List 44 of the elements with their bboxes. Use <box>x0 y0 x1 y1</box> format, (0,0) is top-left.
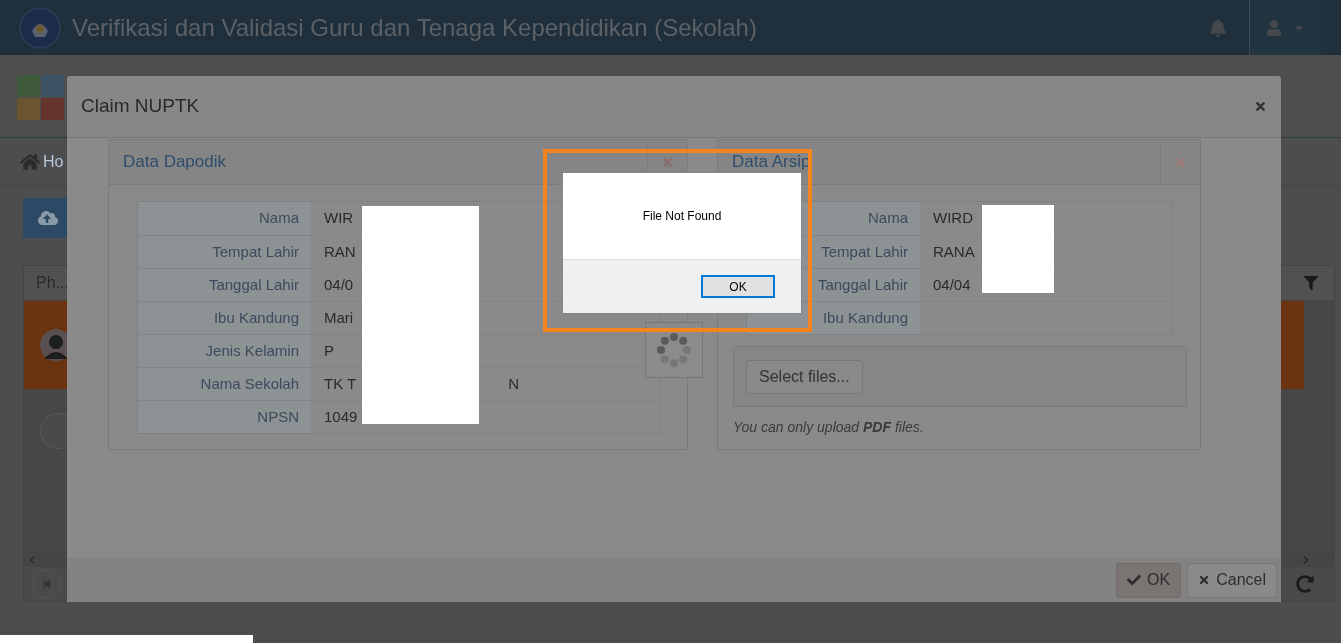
close-icon <box>1198 574 1211 586</box>
close-icon[interactable] <box>1254 100 1267 113</box>
spinner-icon <box>656 332 692 368</box>
scroll-left-icon[interactable] <box>28 555 36 564</box>
cancel-button[interactable]: Cancel <box>1187 562 1277 598</box>
field-label: Nama <box>138 202 311 235</box>
field-value: Mari <box>324 307 354 328</box>
dialog-title: Claim NUPTK <box>81 94 201 119</box>
field-label: Tanggal Lahir <box>138 269 311 301</box>
field-value: RANA <box>933 241 975 262</box>
field-label: Nama Sekolah <box>138 368 311 400</box>
field-value: WIR <box>324 208 354 229</box>
field-value: 04/0 <box>324 274 354 295</box>
check-icon <box>1127 573 1142 587</box>
field-label: Jenis Kelamin <box>138 335 311 367</box>
cloud-upload-icon <box>38 209 58 227</box>
upload-dropzone[interactable]: Select files... <box>733 346 1187 407</box>
ok-button[interactable]: OK <box>1116 562 1182 598</box>
refresh-icon[interactable] <box>1296 575 1314 593</box>
bell-icon[interactable] <box>1209 18 1227 37</box>
field-value: N <box>508 373 520 394</box>
upload-hint: You can only upload PDF files. <box>733 418 925 437</box>
alert-message: File Not Found <box>642 208 722 225</box>
field-value: 04/04 <box>933 274 971 295</box>
emblem-icon <box>19 6 61 49</box>
select-files-button[interactable]: Select files... <box>746 359 863 394</box>
panel-title: Data Dapodik <box>122 151 227 174</box>
user-icon <box>1266 19 1281 36</box>
field-value: P <box>324 340 334 361</box>
field-label: NPSN <box>138 401 311 433</box>
field-value: 1049 <box>324 406 358 427</box>
scroll-right-icon[interactable] <box>1302 555 1310 564</box>
field-value: TK T <box>324 373 357 394</box>
app-title: Verifikasi dan Validasi Guru dan Tenaga Kependidikan (Sekolah) <box>72 12 758 43</box>
app-grid-logo[interactable] <box>17 75 64 120</box>
filter-icon[interactable] <box>1304 276 1318 290</box>
home-icon[interactable] <box>20 152 40 171</box>
field-label: Ibu Kandung <box>138 302 311 334</box>
breadcrumb-link[interactable]: Ho <box>43 149 64 174</box>
alert-ok-button[interactable]: OK <box>701 275 775 298</box>
field-value: WIRD <box>933 208 973 229</box>
field-value: RAN <box>324 241 356 262</box>
field-label: Tempat Lahir <box>138 236 311 268</box>
user-menu-button[interactable] <box>1249 0 1321 55</box>
